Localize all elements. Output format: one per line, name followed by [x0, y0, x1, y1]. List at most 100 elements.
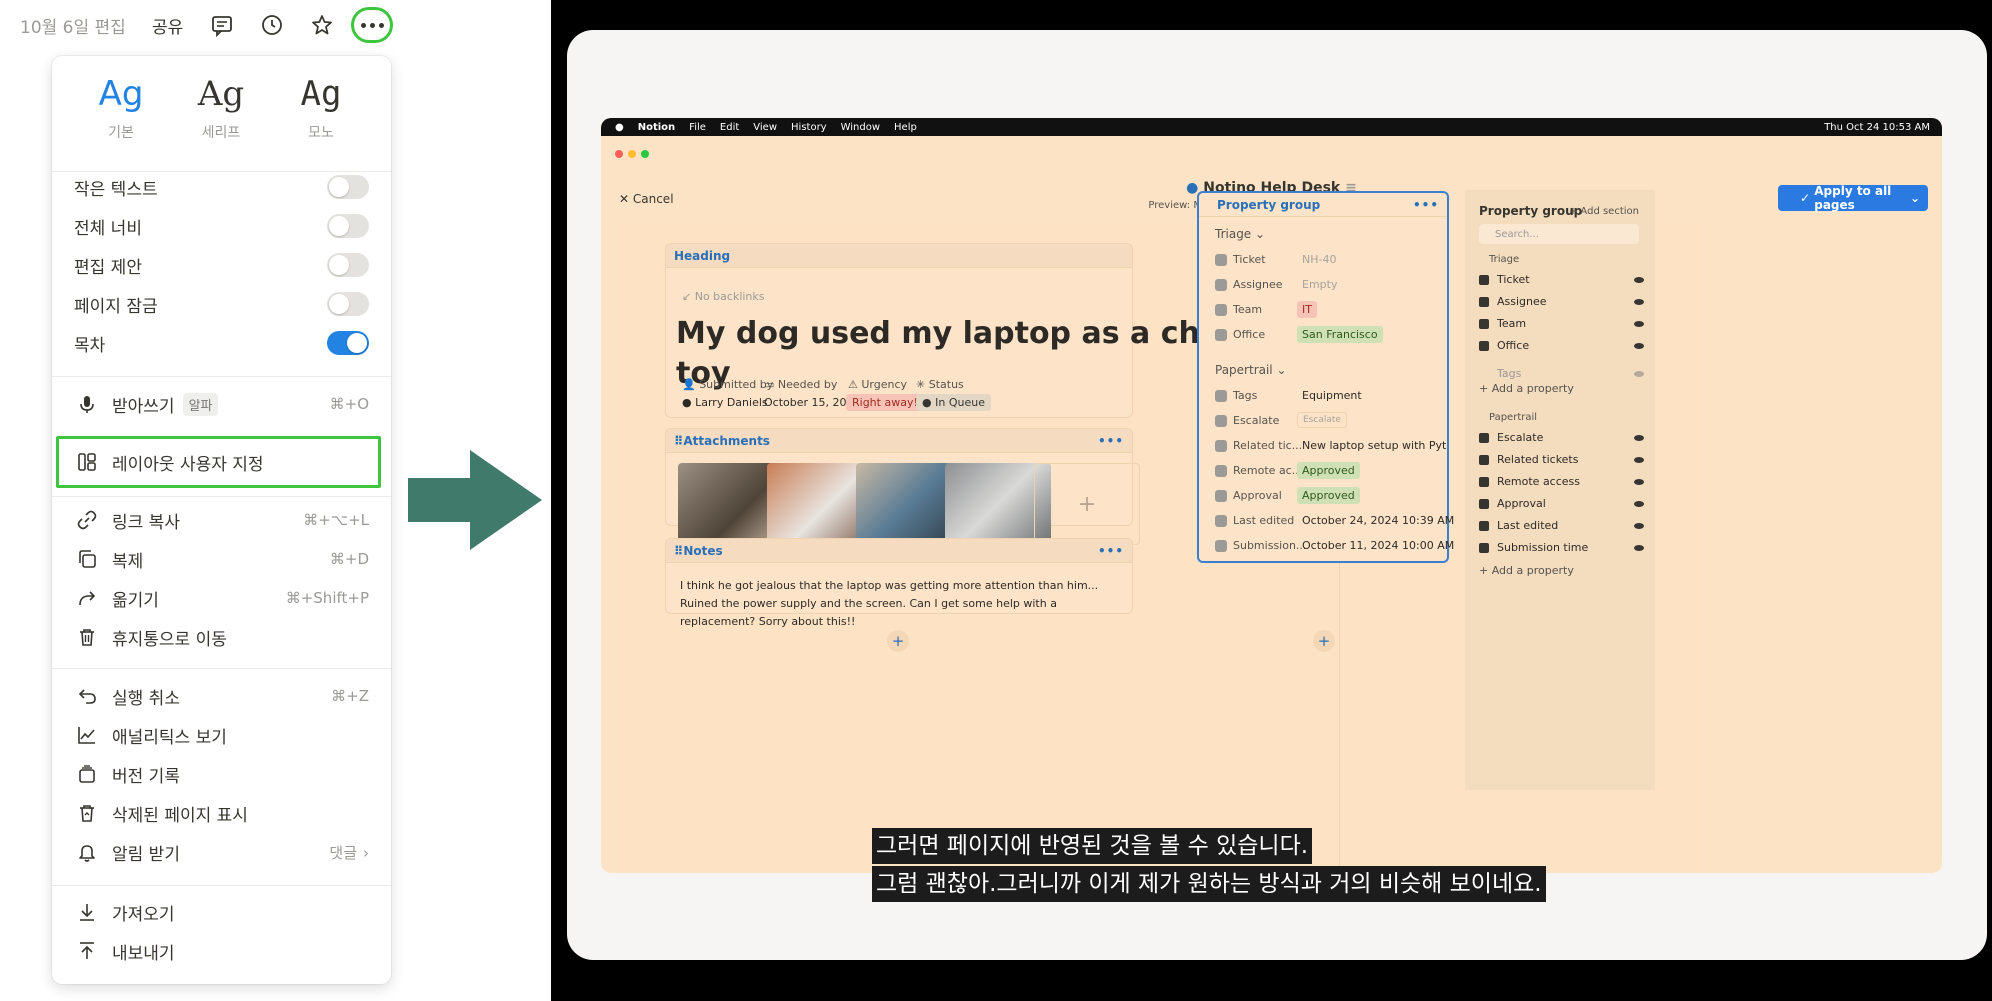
menubar-clock: Thu Oct 24 10:53 AM — [1824, 121, 1930, 133]
shortcut: ⌘+D — [329, 550, 369, 568]
notion-topbar: 10월 6일 편집 공유 — [0, 0, 420, 50]
toggle-row-table-of-contents[interactable]: 목차 — [52, 324, 391, 362]
property-name: Approval — [1497, 497, 1546, 510]
property-icon — [1479, 499, 1489, 509]
move-arrow-icon — [74, 585, 100, 611]
comment-icon[interactable] — [207, 10, 237, 40]
menu-item-copy-link[interactable]: 링크 복사 ⌘+⌥+L — [52, 501, 391, 539]
page-options-menu: Ag 기본 Ag 세리프 Ag 모노 작은 텍스트 전체 너비 편집 제안 페이… — [52, 56, 391, 984]
property-value: New laptop setup with Pyt... — [1302, 439, 1447, 452]
menubar-item: Window — [840, 121, 881, 133]
property-name: Last edited — [1497, 519, 1559, 532]
menubar-item: Notion — [637, 121, 676, 133]
eye-icon — [1634, 299, 1644, 305]
section-label-text: Papertrail — [1215, 363, 1273, 377]
menu-item-label: 실행 취소 — [112, 688, 180, 709]
toggle-label: 편집 제안 — [74, 257, 142, 278]
font-sample: Ag — [197, 74, 245, 114]
add-block-icon: + — [1313, 630, 1335, 652]
small-text-toggle[interactable] — [327, 175, 369, 199]
eye-icon — [1634, 343, 1644, 349]
urgency-badge: Right away! — [846, 394, 924, 411]
menu-item-customize-layout[interactable]: 레이아웃 사용자 지정 — [52, 443, 391, 481]
shortcut: ⌘+⌥+L — [303, 511, 369, 529]
property-value: San Francisco — [1297, 326, 1383, 343]
attachments-card: ⠿ Attachments ••• + — [665, 428, 1140, 545]
clock-icon — [1215, 540, 1227, 552]
property-row: Related tic... New laptop setup with Pyt.… — [1215, 437, 1447, 457]
menu-item-label: 링크 복사 — [112, 512, 180, 533]
menu-item-view-analytics[interactable]: 애널리틱스 보기 — [52, 716, 391, 754]
mac-screen: ● Notion File Edit View History Window H… — [601, 118, 1942, 873]
font-option-default[interactable]: Ag 기본 — [76, 74, 166, 142]
edited-timestamp: 10월 6일 편집 — [20, 18, 126, 38]
menu-item-dictate[interactable]: 받아쓰기 알파 ⌘+O — [52, 385, 391, 423]
font-option-serif[interactable]: Ag 세리프 — [176, 74, 266, 142]
deleted-pages-icon — [74, 800, 100, 826]
table-of-contents-toggle[interactable] — [327, 331, 369, 355]
toggle-label: 목차 — [74, 335, 106, 356]
property-icon — [1479, 297, 1489, 307]
toggle-row-full-width[interactable]: 전체 너비 — [52, 207, 391, 245]
divider — [52, 376, 391, 377]
toggle-row-suggest-edits[interactable]: 편집 제안 — [52, 246, 391, 284]
lock-page-toggle[interactable] — [327, 292, 369, 316]
panel-property: Remote access — [1479, 474, 1644, 492]
suggest-edits-toggle[interactable] — [327, 253, 369, 277]
panel-property: Related tickets — [1479, 452, 1644, 470]
full-width-toggle[interactable] — [327, 214, 369, 238]
tag-icon — [1215, 390, 1227, 402]
chevron-down-icon: ⌄ — [1909, 191, 1920, 205]
notes-card: ⠿ Notes ••• I think he got jealous that t… — [665, 538, 1133, 628]
property-name: Tags — [1497, 367, 1522, 380]
toggle-row-lock-page[interactable]: 페이지 잠금 — [52, 285, 391, 323]
clock-icon[interactable] — [257, 10, 287, 40]
property-group-card: Property group ••• Triage ⌄ Ticket NH-40 A… — [1197, 191, 1454, 563]
right-arrow-icon — [408, 450, 542, 550]
eye-icon — [1634, 501, 1644, 507]
font-option-mono[interactable]: Ag 모노 — [276, 74, 366, 142]
section-label: Papertrail — [1489, 412, 1538, 423]
property-key: Escalate — [1233, 414, 1280, 427]
property-name: Office — [1497, 339, 1530, 352]
bell-icon — [74, 839, 100, 865]
font-label: 세리프 — [201, 125, 241, 141]
property-value: IT — [1297, 301, 1317, 318]
menu-item-import[interactable]: 가져오기 — [52, 893, 391, 931]
divider — [52, 885, 391, 886]
property-name: Submission time — [1497, 541, 1589, 554]
property-key: Submission... — [1233, 539, 1307, 552]
menu-item-duplicate[interactable]: 복제 ⌘+D — [52, 540, 391, 578]
property-name: Related tickets — [1497, 453, 1579, 466]
add-property-button: + Add a property — [1479, 382, 1574, 395]
check-circle-icon — [1215, 490, 1227, 502]
menu-item-undo[interactable]: 실행 취소 ⌘+Z — [52, 677, 391, 715]
meta-label-text: Submitted by — [699, 378, 774, 391]
eye-icon — [1634, 479, 1644, 485]
menu-item-move[interactable]: 옮기기 ⌘+Shift+P — [52, 579, 391, 617]
property-icon — [1479, 477, 1489, 487]
menu-item-label: 복제 — [112, 551, 144, 572]
duplicate-icon — [74, 546, 100, 572]
more-icon[interactable] — [351, 7, 393, 43]
video-subtitles: 그러면 페이지에 반영된 것을 볼 수 있습니다. 그럼 괜찮아.그러니까 이게… — [872, 828, 1546, 902]
undo-icon — [74, 683, 100, 709]
add-attachment-icon: + — [1034, 463, 1140, 545]
property-row: Tags Equipment — [1215, 387, 1445, 407]
menu-item-export[interactable]: 내보내기 — [52, 932, 391, 970]
property-key: Tags — [1233, 389, 1258, 402]
more-icon: ••• — [1097, 433, 1124, 448]
toggle-label: 전체 너비 — [74, 218, 142, 239]
menu-item-label: 휴지통으로 이동 — [112, 629, 227, 650]
menu-item-show-deleted-pages[interactable]: 삭제된 페이지 표시 — [52, 794, 391, 832]
font-label: 모노 — [308, 125, 334, 141]
menu-item-move-to-trash[interactable]: 휴지통으로 이동 — [52, 618, 391, 656]
toggle-row-small-text[interactable]: 작은 텍스트 — [52, 168, 391, 206]
meta-label: 👤 Submitted by — [682, 378, 774, 391]
share-button[interactable]: 공유 — [152, 13, 183, 38]
property-row: Office San Francisco — [1215, 326, 1445, 346]
star-icon[interactable] — [307, 10, 337, 40]
panel-property: Team — [1479, 316, 1644, 334]
menu-item-notifications[interactable]: 알림 받기 댓글 › — [52, 833, 391, 871]
menu-item-version-history[interactable]: 버전 기록 — [52, 755, 391, 793]
